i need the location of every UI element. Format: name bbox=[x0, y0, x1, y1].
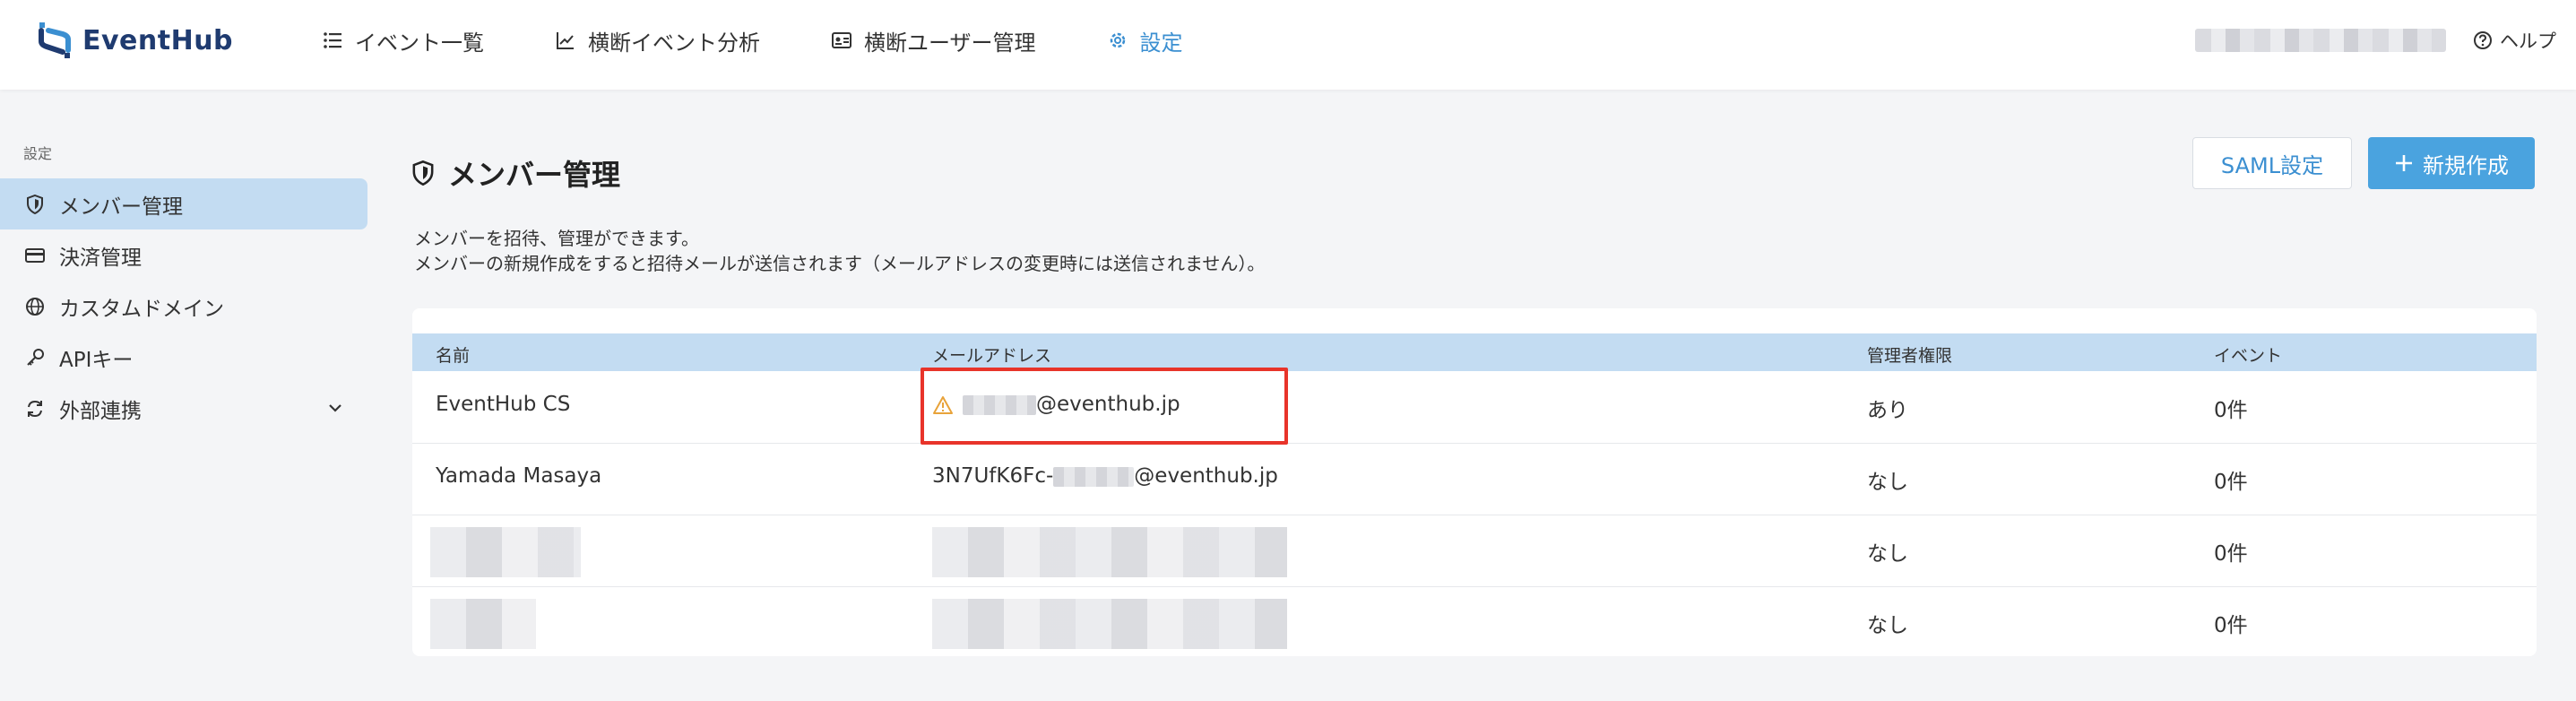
description-line-1: メンバーを招待、管理ができます。 bbox=[414, 228, 699, 249]
user-account-menu[interactable] bbox=[2195, 29, 2446, 52]
sidebar-item-api-key[interactable]: APIキー bbox=[0, 332, 367, 383]
member-name: Yamada Masaya bbox=[436, 464, 602, 488]
globe-icon bbox=[26, 297, 44, 316]
nav-event-list[interactable]: イベント一覧 bbox=[323, 25, 484, 56]
sidebar-item-custom-domain[interactable]: カスタムドメイン bbox=[0, 281, 367, 332]
table-row[interactable]: なし 0件 bbox=[412, 515, 2537, 587]
admin-permission: なし bbox=[1867, 614, 1908, 637]
nav-cross-user-management[interactable]: 横断ユーザー管理 bbox=[832, 25, 1036, 56]
email-prefix: 3N7UfK6Fc- bbox=[932, 464, 1054, 488]
line-chart-icon bbox=[557, 32, 574, 49]
member-name-redacted bbox=[430, 599, 536, 649]
main-nav: イベント一覧 横断イベント分析 横断ユーザー管理 設定 bbox=[323, 0, 1183, 81]
create-new-button[interactable]: 新規作成 bbox=[2368, 137, 2535, 189]
email-redacted bbox=[1053, 466, 1135, 487]
event-count: 0件 bbox=[2214, 542, 2248, 566]
table-header: 名前 メールアドレス 管理者権限 イベント bbox=[412, 333, 2537, 371]
admin-permission: あり bbox=[1867, 399, 1908, 422]
sidebar-item-billing[interactable]: 決済管理 bbox=[0, 229, 367, 281]
create-new-label: 新規作成 bbox=[2423, 152, 2509, 178]
column-header-email[interactable]: メールアドレス bbox=[932, 342, 1051, 367]
gear-icon bbox=[1110, 32, 1125, 48]
chevron-down-icon[interactable] bbox=[326, 399, 344, 417]
description-line-2: メンバーの新規作成をすると招待メールが送信されます（メールアドレスの変更時には送… bbox=[414, 253, 1266, 274]
column-header-name[interactable]: 名前 bbox=[436, 342, 470, 367]
saml-settings-button[interactable]: SAML設定 bbox=[2192, 137, 2352, 189]
member-email-redacted bbox=[932, 599, 1287, 649]
shield-icon bbox=[27, 194, 43, 214]
list-icon bbox=[324, 32, 341, 48]
event-count: 0件 bbox=[2214, 399, 2248, 422]
nav-label: 横断イベント分析 bbox=[588, 30, 760, 56]
help-link[interactable]: ヘルプ bbox=[2473, 27, 2556, 54]
event-count: 0件 bbox=[2214, 614, 2248, 637]
sidebar-item-member-management[interactable]: メンバー管理 bbox=[0, 178, 367, 229]
sidebar-item-label: 外部連携 bbox=[59, 399, 142, 423]
credit-card-icon bbox=[25, 247, 45, 263]
sync-icon bbox=[28, 400, 42, 417]
key-icon bbox=[27, 348, 44, 366]
top-header: EventHub イベント一覧 横断イベント分析 横断ユーザー管理 設定 ヘルプ bbox=[0, 0, 2576, 90]
id-card-icon bbox=[832, 32, 851, 48]
sidebar-item-label: メンバー管理 bbox=[59, 195, 183, 219]
member-name-redacted bbox=[430, 527, 581, 577]
nav-cross-analysis[interactable]: 横断イベント分析 bbox=[556, 25, 760, 56]
nav-label: 設定 bbox=[1139, 30, 1183, 56]
member-email-redacted bbox=[932, 527, 1287, 577]
sidebar-item-label: APIキー bbox=[59, 348, 134, 372]
brand-logo[interactable]: EventHub bbox=[36, 18, 233, 63]
email-domain: @eventhub.jp bbox=[1134, 464, 1278, 488]
eventhub-logo-icon bbox=[39, 22, 71, 58]
page-title: メンバー管理 bbox=[411, 152, 620, 194]
page-title-text: メンバー管理 bbox=[448, 158, 621, 192]
table-row[interactable]: EventHub CS @eventhub.jp あり 0件 bbox=[412, 371, 2537, 444]
table-row[interactable]: Yamada Masaya 3N7UfK6Fc- @eventhub.jp なし … bbox=[412, 443, 2537, 515]
question-circle-icon bbox=[2474, 31, 2492, 49]
sidebar-item-label: カスタムドメイン bbox=[59, 297, 224, 321]
plus-icon bbox=[2396, 155, 2412, 171]
nav-settings[interactable]: 設定 bbox=[1108, 25, 1183, 56]
shield-icon bbox=[412, 160, 434, 186]
header-right: ヘルプ bbox=[2195, 0, 2576, 81]
column-header-events[interactable]: イベント bbox=[2214, 342, 2282, 367]
table-row[interactable]: なし 0件 bbox=[412, 586, 2537, 656]
sidebar-section-title: 設定 bbox=[23, 145, 53, 162]
nav-label: 横断ユーザー管理 bbox=[864, 30, 1036, 56]
highlight-annotation bbox=[921, 368, 1288, 445]
column-header-admin[interactable]: 管理者権限 bbox=[1867, 342, 1952, 367]
admin-permission: なし bbox=[1867, 542, 1908, 566]
event-count: 0件 bbox=[2214, 471, 2248, 494]
members-table: 名前 メールアドレス 管理者権限 イベント EventHub CS @event… bbox=[412, 308, 2537, 656]
brand-name: EventHub bbox=[82, 24, 234, 56]
sidebar-item-label: 決済管理 bbox=[59, 246, 142, 270]
help-label: ヘルプ bbox=[2500, 30, 2556, 52]
member-name: EventHub CS bbox=[436, 393, 571, 416]
sidebar-item-external-integration[interactable]: 外部連携 bbox=[0, 383, 367, 434]
member-email: 3N7UfK6Fc- @eventhub.jp bbox=[932, 464, 1278, 488]
admin-permission: なし bbox=[1867, 471, 1908, 494]
nav-label: イベント一覧 bbox=[355, 30, 484, 56]
